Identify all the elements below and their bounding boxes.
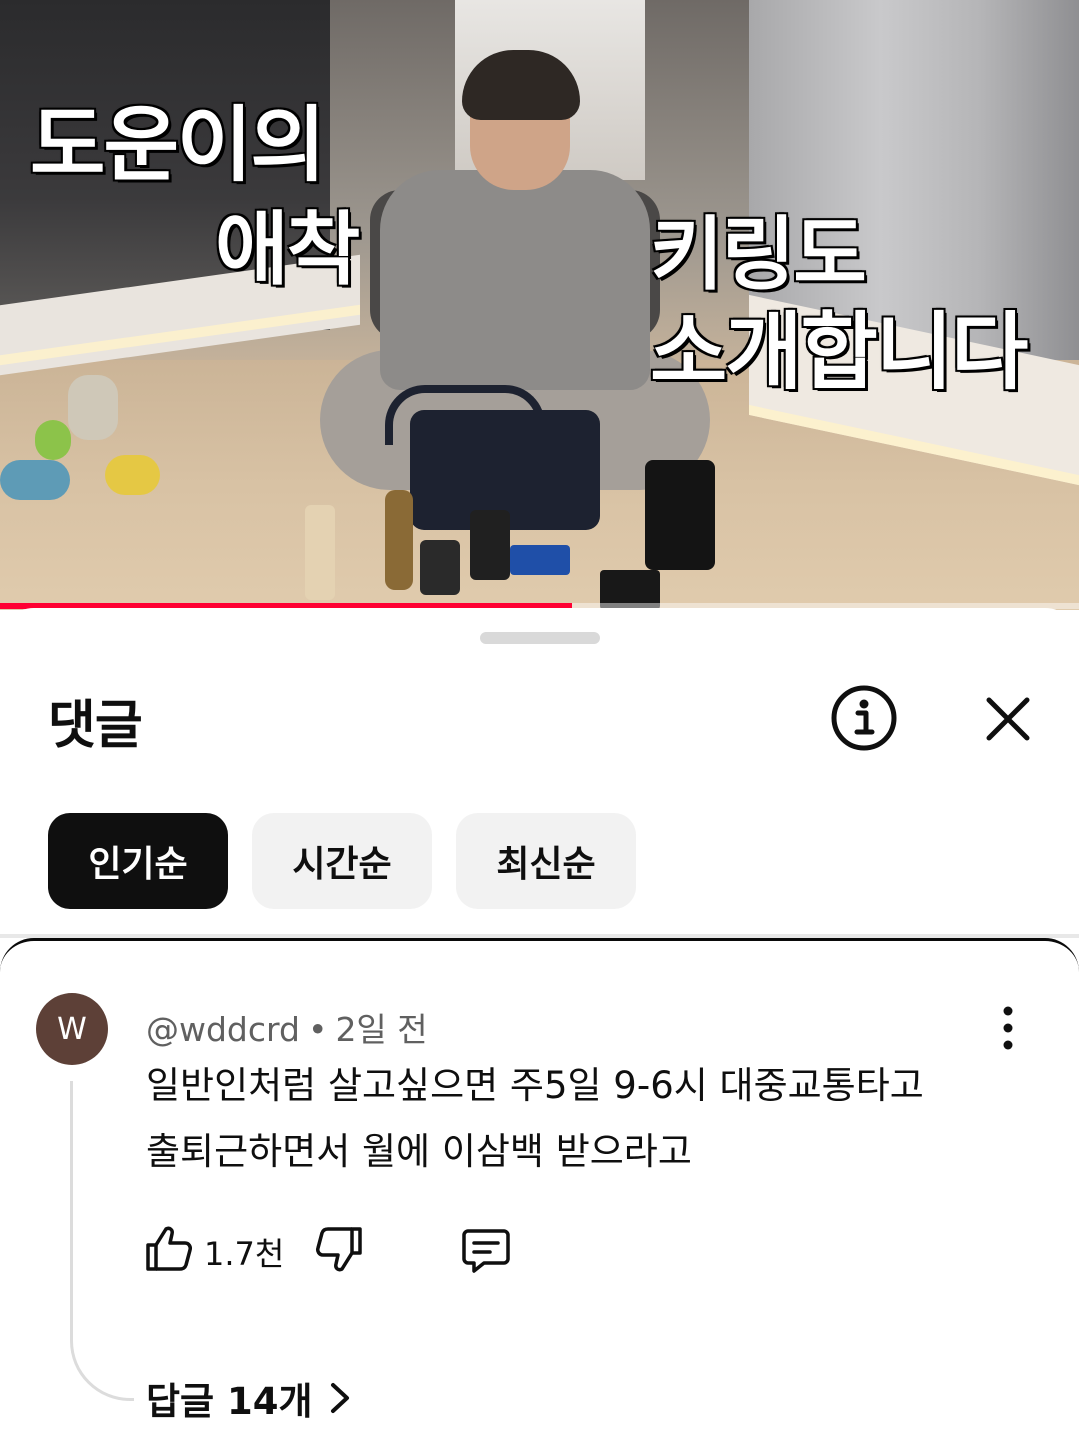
sort-chip-time[interactable]: 시간순 (252, 813, 432, 909)
tissue-pack (510, 545, 570, 575)
screen: 도운이의 애착 키링도 소개합니다 댓글 인기순 시간순 최신순 W @wddc… (0, 0, 1079, 1449)
reply-icon[interactable] (460, 1225, 512, 1277)
charger (470, 510, 510, 580)
sort-chip-newest[interactable]: 최신순 (456, 813, 636, 909)
chevron-right-icon (330, 1383, 349, 1413)
plush-toy (68, 375, 118, 440)
video-caption-line: 도운이의 (30, 98, 326, 193)
comment-meta: @wddcrd • 2일 전 (146, 1003, 428, 1051)
replies-label: 답글 14개 (146, 1380, 313, 1423)
comment-text-line: 일반인처럼 살고싶으면 주5일 9-6시 대중교통타고 (146, 1064, 924, 1107)
more-vert-icon[interactable] (990, 1003, 1026, 1053)
plush-toy (0, 460, 70, 500)
plush-toy (35, 420, 71, 460)
comments-sheet: 댓글 인기순 시간순 최신순 W @wddcrd • 2일 전 일반인처럼 살고… (0, 608, 1079, 1449)
deodorant (305, 505, 335, 600)
sort-chip-popular[interactable]: 인기순 (48, 813, 228, 909)
like-count: 1.7천 (204, 1235, 285, 1273)
video-caption-line: 애착 (215, 203, 360, 296)
person-shirt (380, 170, 650, 390)
sort-chips: 인기순 시간순 최신순 (48, 813, 636, 909)
info-icon[interactable] (828, 682, 900, 754)
power-bank (645, 460, 715, 570)
comment-author[interactable]: @wddcrd (146, 1010, 300, 1049)
video-player[interactable]: 도운이의 애착 키링도 소개합니다 (0, 0, 1079, 610)
comment-time: 2일 전 (335, 1010, 428, 1049)
comment-text-line: 출퇴근하면서 월에 이삼백 받으라고 (146, 1130, 692, 1173)
drag-handle[interactable] (480, 632, 600, 644)
video-caption-line: 소개합니다 (650, 303, 1028, 401)
comment-text: 일반인처럼 살고싶으면 주5일 9-6시 대중교통타고 출퇴근하면서 월에 이삼… (146, 1053, 1016, 1185)
view-replies-button[interactable]: 답글 14개 (146, 1371, 353, 1425)
comments-title: 댓글 (48, 696, 143, 756)
meta-separator: • (307, 1010, 328, 1049)
comment-thread: W @wddcrd • 2일 전 일반인처럼 살고싶으면 주5일 9-6시 대중교통… (0, 938, 1079, 1449)
perfume-bottle (385, 490, 413, 590)
thumbs-down-icon[interactable] (314, 1225, 364, 1275)
close-icon[interactable] (975, 686, 1041, 752)
thumbs-up-icon[interactable] (144, 1223, 194, 1273)
plush-toy (105, 455, 160, 495)
thread-line (70, 1081, 134, 1401)
avatar[interactable]: W (36, 993, 108, 1065)
travel-adapter (420, 540, 460, 595)
